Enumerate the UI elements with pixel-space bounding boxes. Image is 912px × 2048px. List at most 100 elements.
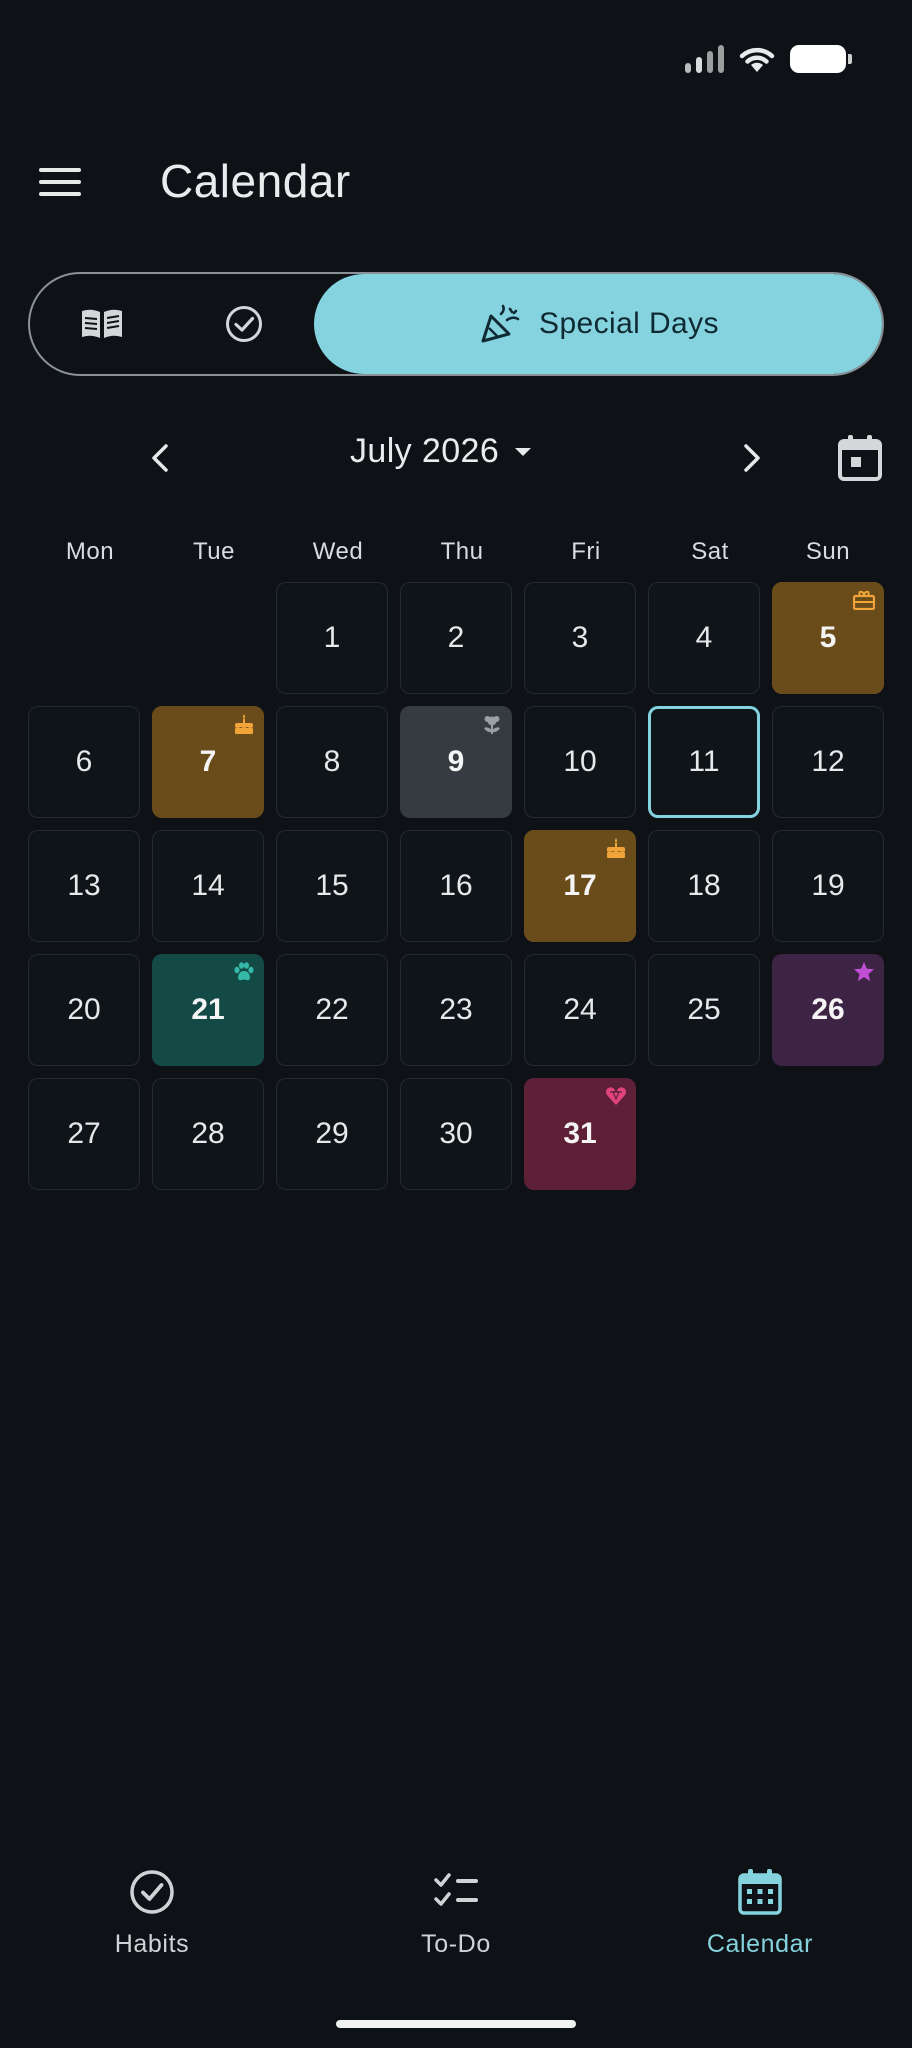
day-number: 6	[75, 745, 93, 778]
day-number: 29	[315, 1117, 349, 1150]
calendar-day-14[interactable]: 14	[152, 830, 264, 942]
calendar-day-30[interactable]: 30	[400, 1078, 512, 1190]
day-number: 5	[819, 621, 837, 654]
day-number: 11	[688, 745, 720, 778]
weekday-label: Sun	[805, 538, 851, 565]
previous-month-button[interactable]	[136, 434, 184, 482]
day-number: 2	[447, 621, 465, 654]
calendar-day-31[interactable]: 31	[524, 1078, 636, 1190]
calendar-day-15[interactable]: 15	[276, 830, 388, 942]
chevron-right-icon	[744, 444, 760, 472]
view-segmented-control: Special Days	[28, 272, 884, 376]
birthday-icon	[605, 837, 627, 859]
calendar-day-12[interactable]: 12	[772, 706, 884, 818]
day-number: 30	[439, 1117, 473, 1150]
today-button[interactable]	[832, 430, 888, 486]
day-number: 24	[563, 993, 597, 1026]
day-number: 22	[315, 993, 349, 1026]
check-circle-icon	[226, 306, 262, 342]
calendar-day-4[interactable]: 4	[648, 582, 760, 694]
pet-icon	[233, 961, 255, 983]
day-number: 16	[439, 869, 473, 902]
day-number: 17	[563, 869, 597, 902]
calendar-day-19[interactable]: 19	[772, 830, 884, 942]
day-number: 15	[315, 869, 349, 902]
day-number: 20	[67, 993, 101, 1026]
weekday-label: Fri	[571, 538, 601, 565]
calendar-day-17[interactable]: 17	[524, 830, 636, 942]
next-month-button[interactable]	[728, 434, 776, 482]
month-picker[interactable]: July 2026	[350, 432, 533, 471]
checklist-icon	[434, 1873, 478, 1906]
nav-calendar[interactable]: Calendar	[660, 1868, 860, 1959]
day-number: 26	[811, 993, 845, 1026]
calendar-day-9[interactable]: 9	[400, 706, 512, 818]
bottom-navigation: Habits To-Do Calendar	[0, 1868, 912, 1988]
hamburger-menu-icon	[39, 168, 81, 196]
calendar-day-2[interactable]: 2	[400, 582, 512, 694]
day-number: 7	[199, 745, 217, 778]
calendar-day-18[interactable]: 18	[648, 830, 760, 942]
wifi-icon	[739, 47, 775, 72]
day-number: 25	[687, 993, 721, 1026]
page-title: Calendar	[160, 155, 351, 207]
birthday-icon	[233, 713, 255, 735]
calendar-day-20[interactable]: 20	[28, 954, 140, 1066]
nav-todo-label: To-Do	[421, 1930, 491, 1958]
menu-button[interactable]	[28, 158, 92, 206]
day-number: 23	[439, 993, 473, 1026]
battery-icon	[790, 45, 852, 73]
calendar-day-13[interactable]: 13	[28, 830, 140, 942]
weekday-header: Mon Tue Wed Thu Fri Sat Sun	[28, 538, 884, 566]
day-number: 27	[67, 1117, 101, 1150]
day-number: 21	[191, 993, 225, 1026]
day-number: 18	[687, 869, 721, 902]
segment-habits[interactable]	[174, 274, 314, 374]
calendar-day-23[interactable]: 23	[400, 954, 512, 1066]
calendar-day-22[interactable]: 22	[276, 954, 388, 1066]
app-bar: Calendar	[0, 150, 912, 214]
calendar-day-5[interactable]: 5	[772, 582, 884, 694]
calendar-day-26[interactable]: 26	[772, 954, 884, 1066]
calendar-day-29[interactable]: 29	[276, 1078, 388, 1190]
home-indicator[interactable]	[336, 2020, 576, 2028]
day-number: 28	[191, 1117, 225, 1150]
calendar-day-6[interactable]: 6	[28, 706, 140, 818]
calendar-icon	[738, 1869, 782, 1915]
weekday-label: Thu	[440, 538, 484, 565]
party-popper-icon	[481, 304, 520, 343]
day-number: 3	[571, 621, 589, 654]
day-number: 19	[811, 869, 845, 902]
calendar-day-1[interactable]: 1	[276, 582, 388, 694]
calendar-day-3[interactable]: 3	[524, 582, 636, 694]
segment-journal[interactable]	[30, 274, 174, 374]
weekday-label: Wed	[312, 538, 364, 565]
dropdown-caret-icon	[515, 447, 532, 456]
weekday-label: Tue	[193, 538, 235, 565]
calendar-day-11[interactable]: 11	[648, 706, 760, 818]
calendar-day-25[interactable]: 25	[648, 954, 760, 1066]
status-bar	[685, 44, 852, 74]
cellular-signal-icon	[685, 45, 724, 73]
calendar-day-28[interactable]: 28	[152, 1078, 264, 1190]
calendar-day-10[interactable]: 10	[524, 706, 636, 818]
day-number: 31	[563, 1117, 597, 1150]
book-icon	[82, 309, 122, 338]
calendar-day-8[interactable]: 8	[276, 706, 388, 818]
calendar-day-21[interactable]: 21	[152, 954, 264, 1066]
month-navigation: July 2026	[0, 426, 912, 490]
chevron-left-icon	[152, 444, 168, 472]
segment-special-days-label: Special Days	[539, 307, 719, 340]
calendar-day-7[interactable]: 7	[152, 706, 264, 818]
nav-habits[interactable]: Habits	[52, 1868, 252, 1959]
nav-todo[interactable]: To-Do	[356, 1868, 556, 1959]
day-number: 13	[67, 869, 101, 902]
calendar-day-24[interactable]: 24	[524, 954, 636, 1066]
calendar-day-16[interactable]: 16	[400, 830, 512, 942]
segment-special-days[interactable]: Special Days	[314, 274, 882, 374]
weekday-label: Mon	[65, 538, 115, 565]
day-number: 10	[563, 745, 597, 778]
day-number: 8	[323, 745, 341, 778]
calendar-today-icon	[838, 435, 882, 481]
calendar-day-27[interactable]: 27	[28, 1078, 140, 1190]
